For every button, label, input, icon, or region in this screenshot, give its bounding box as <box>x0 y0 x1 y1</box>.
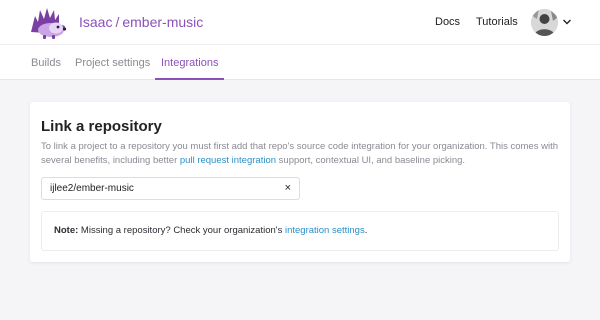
tab-builds[interactable]: Builds <box>31 45 61 80</box>
user-avatar[interactable] <box>531 9 558 36</box>
missing-repository-note: Note: Missing a repository? Check your o… <box>41 211 559 251</box>
top-navigation-bar: Isaac / ember-music Docs Tutorials <box>0 0 600 45</box>
pull-request-integration-link[interactable]: pull request integration <box>180 155 276 166</box>
integration-settings-link[interactable]: integration settings <box>285 225 365 236</box>
clear-repository-button[interactable]: × <box>285 181 291 195</box>
breadcrumb-separator: / <box>115 14 120 30</box>
tab-project-settings[interactable]: Project settings <box>75 45 150 80</box>
tab-integrations[interactable]: Integrations <box>155 45 225 80</box>
description-text-end: support, contextual UI, and baseline pic… <box>276 155 466 166</box>
hedgehog-logo-icon[interactable] <box>29 6 67 39</box>
note-end: . <box>364 225 368 236</box>
link-repository-card: Link a repository To link a project to a… <box>30 102 570 262</box>
breadcrumb-project[interactable]: ember-music <box>122 14 203 30</box>
repository-select[interactable]: ijlee2/ember-music × <box>41 177 300 200</box>
chevron-down-icon[interactable] <box>562 17 572 27</box>
card-title: Link a repository <box>41 118 162 135</box>
note-label: Note: <box>54 225 79 236</box>
docs-link[interactable]: Docs <box>435 16 460 28</box>
repository-select-value: ijlee2/ember-music <box>50 183 134 194</box>
breadcrumb-org[interactable]: Isaac <box>79 14 112 30</box>
avatar-image <box>531 9 558 36</box>
note-text: Note: Missing a repository? Check your o… <box>54 225 367 236</box>
card-description: To link a project to a repository you mu… <box>41 140 561 168</box>
breadcrumb: Isaac / ember-music <box>79 14 203 30</box>
tutorials-link[interactable]: Tutorials <box>476 16 518 28</box>
project-tabs: Builds Project settings Integrations <box>0 45 600 80</box>
note-body: Missing a repository? Check your organiz… <box>78 225 285 236</box>
